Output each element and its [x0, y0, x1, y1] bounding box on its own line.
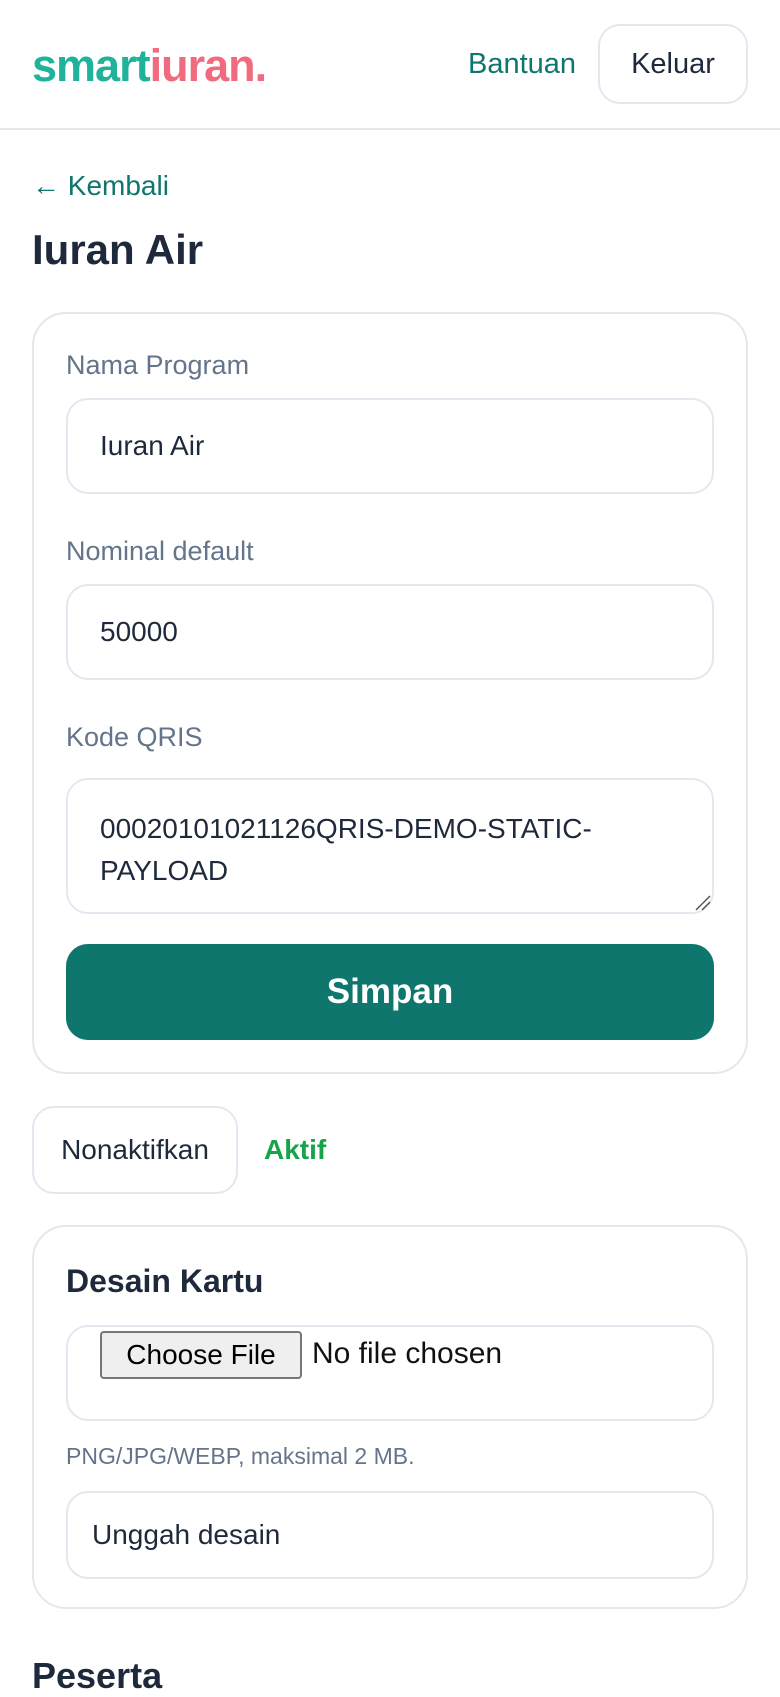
resize-grip-icon[interactable] [694, 894, 712, 912]
back-link[interactable]: ← Kembali [32, 170, 169, 202]
program-name-label: Nama Program [66, 350, 250, 380]
logout-button[interactable]: Keluar [598, 24, 748, 104]
participants-title: Peserta [32, 1655, 163, 1696]
app-header: smartiuran. Bantuan Keluar [0, 0, 780, 130]
logo-part-smart: smart [32, 40, 151, 91]
qris-label: Kode QRIS [66, 722, 203, 752]
program-form-card: Nama Program Nominal default Kode QRIS 0… [32, 312, 748, 1074]
logo-part-iuran: iuran. [149, 40, 268, 91]
qris-textarea[interactable]: 00020101021126QRIS-DEMO-STATIC-PAYLOAD [66, 778, 714, 914]
upload-design-button[interactable]: Unggah desain [66, 1491, 714, 1579]
choose-file-button[interactable]: Choose File [100, 1331, 302, 1379]
nominal-input[interactable] [66, 584, 714, 680]
card-design-section: Desain Kartu Choose File No file chosen … [32, 1225, 748, 1609]
page-title: Iuran Air [32, 226, 204, 273]
help-link[interactable]: Bantuan [468, 48, 576, 81]
deactivate-button[interactable]: Nonaktifkan [32, 1106, 238, 1194]
save-button[interactable]: Simpan [66, 944, 714, 1040]
program-name-input[interactable] [66, 398, 714, 494]
nominal-label: Nominal default [66, 536, 254, 566]
logo[interactable]: smartiuran. [32, 40, 268, 92]
file-status: No file chosen [312, 1337, 503, 1370]
card-design-title: Desain Kartu [66, 1263, 264, 1299]
file-hint: PNG/JPG/WEBP, maksimal 2 MB. [66, 1443, 415, 1469]
file-input[interactable]: Choose File No file chosen [66, 1325, 714, 1421]
status-badge: Aktif [264, 1134, 327, 1165]
